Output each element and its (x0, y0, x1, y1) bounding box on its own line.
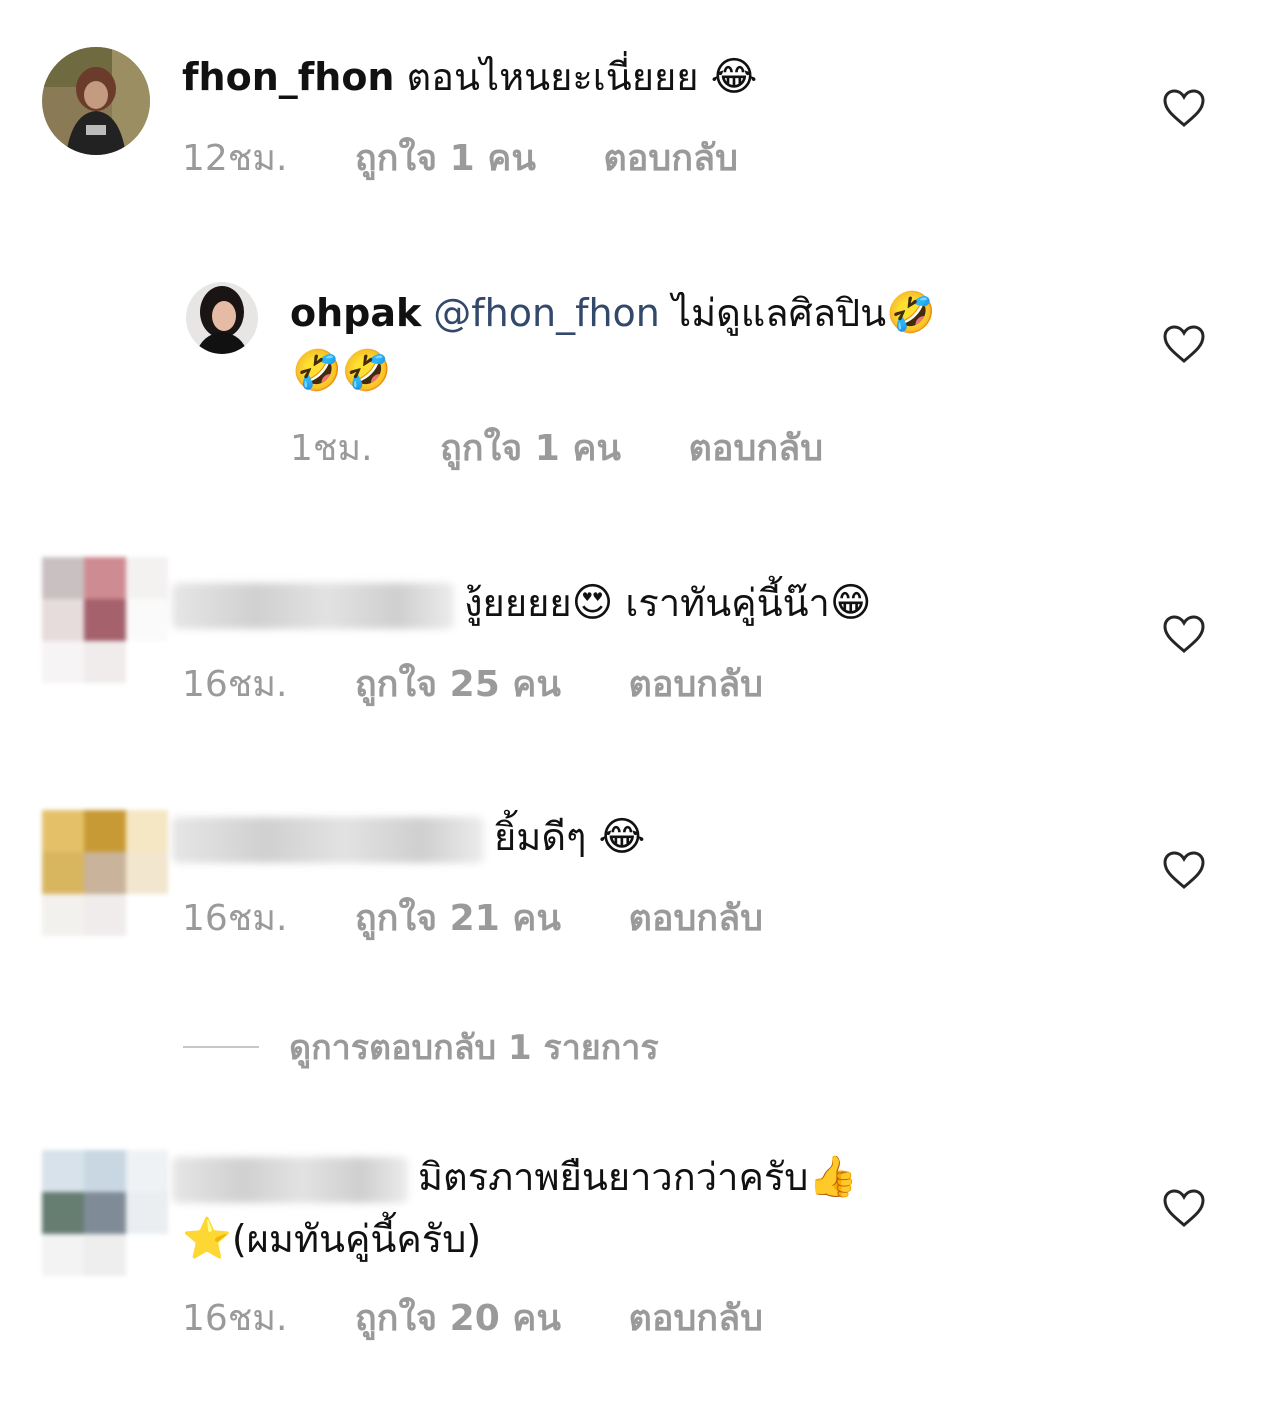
comment-text-2: เราทันคู่นี้น๊า (625, 581, 830, 625)
avatar-pixel (84, 810, 126, 852)
blurred-username[interactable] (172, 1156, 408, 1203)
comment-body: งู้ยยยย😍 เราทันคู่นี้น๊า😁 (172, 578, 872, 629)
comment-likes[interactable]: ถูกใจ 1 คน (355, 136, 536, 182)
comment-meta: 12ชม. ถูกใจ 1 คน ตอบกลับ (182, 136, 738, 182)
avatar-pixel (42, 599, 84, 641)
avatar-pixel (126, 1150, 168, 1192)
comment-time: 1ชม. (290, 428, 373, 469)
comment-body: มิตรภาพยืนยาวกว่าครับ👍 (172, 1152, 858, 1203)
rofl-emoji: 🤣 (886, 290, 936, 336)
reply-button[interactable]: ตอบกลับ (628, 1296, 763, 1342)
view-replies-button[interactable]: ดูการตอบกลับ 1 รายการ (183, 1020, 659, 1068)
comment-meta: 16ชม. ถูกใจ 25 คน ตอบกลับ (182, 662, 763, 708)
avatar-pixel (42, 641, 84, 683)
reply-button[interactable]: ตอบกลับ (603, 136, 738, 182)
rofl-emoji: 🤣🤣 (292, 348, 392, 394)
blurred-username[interactable] (172, 582, 454, 629)
avatar-pixel (126, 557, 168, 599)
avatar-pixel (84, 852, 126, 894)
comment-time: 16ชม. (182, 898, 288, 939)
avatar-pixel (126, 641, 168, 683)
blurred-avatar[interactable] (42, 1150, 168, 1276)
avatar-pixel (126, 1234, 168, 1276)
avatar-pixel (84, 641, 126, 683)
comment-likes[interactable]: ถูกใจ 1 คน (440, 426, 621, 472)
like-heart-icon[interactable] (1162, 614, 1206, 654)
like-heart-icon[interactable] (1162, 324, 1206, 364)
reply-button[interactable]: ตอบกลับ (628, 896, 763, 942)
comment-likes[interactable]: ถูกใจ 21 คน (355, 896, 561, 942)
avatar-pixel (84, 557, 126, 599)
avatar-pixel (84, 1234, 126, 1276)
avatar-pixel (84, 1192, 126, 1234)
avatar-pixel (126, 852, 168, 894)
view-replies-divider (183, 1046, 259, 1048)
comment-text: ยิ้มดีๆ (494, 815, 587, 859)
grinning-emoji: 😁 (829, 580, 872, 626)
comment-meta: 1ชม. ถูกใจ 1 คน ตอบกลับ (290, 426, 823, 472)
comment-body: ยิ้มดีๆ 😂 (172, 812, 645, 863)
blurred-avatar[interactable] (42, 810, 168, 936)
comment-text-2: (ผมทันคู่นี้ครับ) (231, 1217, 482, 1261)
avatar-pixel (42, 894, 84, 936)
comment-time: 12ชม. (182, 138, 288, 179)
thumbs-up-emoji: 👍 (808, 1154, 859, 1200)
avatar-pixel (84, 599, 126, 641)
reply-button[interactable]: ตอบกลับ (689, 426, 824, 472)
comment-body: ohpak @fhon_fhon ไม่ดูแลศิลปิน🤣 (290, 288, 936, 338)
comment-time: 16ชม. (182, 1298, 288, 1339)
avatar-pixel (42, 810, 84, 852)
comment-body: fhon_fhon ตอนไหนยะเนี่ยยย 😂 (182, 52, 757, 102)
like-heart-icon[interactable] (1162, 850, 1206, 890)
comment-username[interactable]: fhon_fhon (182, 55, 395, 99)
comment-text: ไม่ดูแลศิลปิน (671, 291, 887, 335)
avatar-pixel (126, 810, 168, 852)
avatar-pixel (42, 1234, 84, 1276)
like-heart-icon[interactable] (1162, 88, 1206, 128)
comment-text: มิตรภาพยืนยาวกว่าครับ (418, 1155, 809, 1199)
avatar-pixel (42, 852, 84, 894)
avatar-pixel (42, 1150, 84, 1192)
comment-text: งู้ยยยย (464, 581, 572, 625)
star-emoji: ⭐ (182, 1216, 232, 1262)
comment-username[interactable]: ohpak (290, 291, 421, 335)
avatar-pixel (42, 1192, 84, 1234)
comment-body-line2: 🤣🤣 (292, 346, 392, 396)
avatar[interactable] (42, 47, 150, 155)
comment-time: 16ชม. (182, 664, 288, 705)
avatar-pixel (126, 894, 168, 936)
comment-likes[interactable]: ถูกใจ 25 คน (355, 662, 561, 708)
tears-of-joy-emoji: 😂 (598, 814, 646, 860)
tears-of-joy-emoji: 😂 (710, 54, 758, 100)
view-replies-label: ดูการตอบกลับ 1 รายการ (289, 1028, 659, 1068)
like-heart-icon[interactable] (1162, 1188, 1206, 1228)
avatar[interactable] (186, 282, 258, 354)
heart-eyes-emoji: 😍 (571, 580, 614, 626)
comment-body-line2: ⭐(ผมทันคู่นี้ครับ) (182, 1214, 481, 1264)
avatar-pixel (126, 599, 168, 641)
comment-text: ตอนไหนยะเนี่ยยย (406, 55, 699, 99)
avatar-pixel (84, 894, 126, 936)
comment-meta: 16ชม. ถูกใจ 21 คน ตอบกลับ (182, 896, 763, 942)
avatar-pixel (84, 1150, 126, 1192)
blurred-avatar[interactable] (42, 557, 168, 683)
comment-meta: 16ชม. ถูกใจ 20 คน ตอบกลับ (182, 1296, 763, 1342)
avatar-pixel (42, 557, 84, 599)
mention-link[interactable]: @fhon_fhon (433, 291, 660, 335)
blurred-username[interactable] (172, 816, 484, 863)
comment-likes[interactable]: ถูกใจ 20 คน (355, 1296, 561, 1342)
reply-button[interactable]: ตอบกลับ (628, 662, 763, 708)
avatar-pixel (126, 1192, 168, 1234)
